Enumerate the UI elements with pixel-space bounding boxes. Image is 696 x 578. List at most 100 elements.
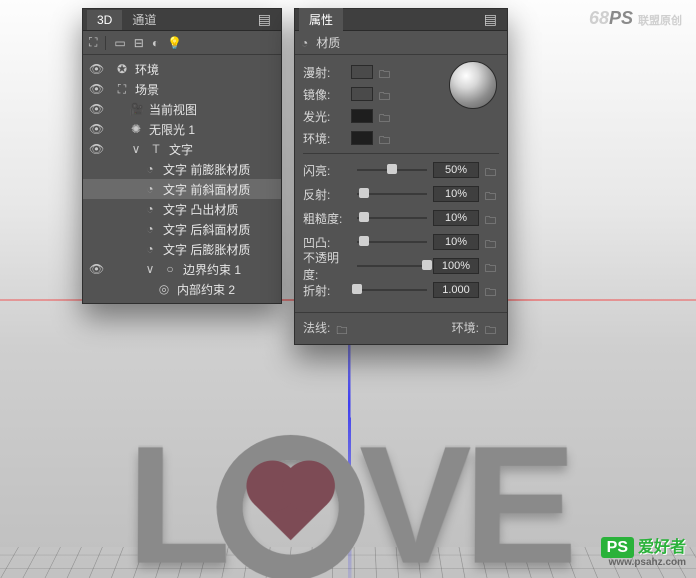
- love-3d-text[interactable]: LVE: [127, 420, 570, 578]
- slider-track[interactable]: [357, 163, 427, 177]
- tree-item[interactable]: 👁✺无限光 1: [83, 119, 281, 139]
- folder-icon[interactable]: 🗀: [485, 188, 499, 200]
- filter-mesh-icon[interactable]: ▭: [114, 36, 125, 50]
- folder-icon[interactable]: 🗀: [336, 322, 350, 334]
- folder-icon[interactable]: 🗀: [485, 212, 499, 224]
- item-type-icon: ◔: [143, 182, 157, 196]
- tree-item[interactable]: ◔文字 前膨胀材质: [83, 159, 281, 179]
- scene-tree: 👁✪环境👁⛶场景👁🎥当前视图👁✺无限光 1👁∨T文字◔文字 前膨胀材质◔文字 前…: [83, 55, 281, 303]
- letter-o: [216, 435, 366, 578]
- color-swatch[interactable]: [351, 87, 373, 101]
- tree-item[interactable]: 👁⛶场景: [83, 79, 281, 99]
- visibility-eye-icon[interactable]: 👁: [89, 262, 103, 276]
- slider-value[interactable]: 100%: [433, 258, 479, 274]
- folder-icon[interactable]: 🗀: [379, 132, 393, 144]
- watermark-bottom: PS爱好者 www.psahz.com: [601, 533, 686, 568]
- color-swatch[interactable]: [351, 65, 373, 79]
- slider-knob[interactable]: [359, 212, 369, 222]
- watermark-top: 68PS 联盟原创: [589, 8, 682, 29]
- heart-icon: [254, 468, 328, 540]
- tab-properties[interactable]: 属性: [299, 8, 343, 31]
- item-label: 文字 后斜面材质: [163, 221, 250, 238]
- filter-whole-icon[interactable]: ⛶: [89, 35, 97, 50]
- slider-track[interactable]: [357, 283, 427, 297]
- item-subtype-icon: T: [149, 142, 163, 156]
- visibility-eye-icon[interactable]: 👁: [89, 82, 103, 96]
- tree-item[interactable]: ◔ 文字 前斜面材质: [83, 179, 281, 199]
- slider-value[interactable]: 10%: [433, 234, 479, 250]
- tree-item[interactable]: 👁🎥当前视图: [83, 99, 281, 119]
- tree-item[interactable]: 👁∨T文字: [83, 139, 281, 159]
- slider-track[interactable]: [357, 259, 427, 273]
- filter-lightbulb-icon[interactable]: 💡: [167, 36, 182, 50]
- panel-menu-icon[interactable]: ▤: [478, 11, 503, 28]
- slider-label: 凹凸:: [303, 234, 351, 251]
- visibility-eye-icon[interactable]: 👁: [89, 62, 103, 76]
- slider-value[interactable]: 1.000: [433, 282, 479, 298]
- prop-header: ◔ 材质: [295, 31, 507, 55]
- slider-row: 反射: 10% 🗀: [303, 182, 499, 206]
- slider-value[interactable]: 10%: [433, 210, 479, 226]
- material-preview-sphere[interactable]: [449, 61, 497, 109]
- tree-item[interactable]: 👁✪环境: [83, 59, 281, 79]
- slider-knob[interactable]: [359, 236, 369, 246]
- panel-prop-tabs: 属性 ▤: [295, 9, 507, 31]
- tab-channels[interactable]: 通道: [122, 8, 166, 31]
- slider-knob[interactable]: [422, 260, 432, 270]
- normal-label: 法线:: [303, 319, 330, 336]
- item-type-icon: ∨: [129, 142, 143, 156]
- item-label: 文字 后膨胀材质: [163, 241, 250, 258]
- visibility-eye-icon[interactable]: [89, 162, 103, 176]
- folder-icon[interactable]: 🗀: [379, 88, 393, 100]
- color-row: 环境:🗀: [303, 127, 499, 149]
- visibility-eye-icon[interactable]: [89, 282, 103, 296]
- item-type-icon: ◔: [143, 242, 157, 256]
- slider-track[interactable]: [357, 235, 427, 249]
- slider-label: 反射:: [303, 186, 351, 203]
- slider-knob[interactable]: [352, 284, 362, 294]
- panel-properties[interactable]: 属性 ▤ ◔ 材质 漫射:🗀镜像:🗀发光:🗀环境:🗀闪亮:50%🗀反射:10%🗀…: [294, 8, 508, 345]
- panel-3d[interactable]: 3D 通道 ▤ ⛶ ▭ ⊟ ◐ 💡 👁✪环境👁⛶场景👁🎥当前视图👁✺无限光 1👁…: [82, 8, 282, 304]
- item-label: 无限光 1: [149, 121, 195, 138]
- slider-value[interactable]: 10%: [433, 186, 479, 202]
- tree-item[interactable]: 👁∨○边界约束 1: [83, 259, 281, 279]
- visibility-eye-icon[interactable]: [89, 202, 103, 216]
- folder-icon[interactable]: 🗀: [485, 236, 499, 248]
- prop-body: 漫射:🗀镜像:🗀发光:🗀环境:🗀闪亮:50%🗀反射:10%🗀粗糙度:10%🗀凹凸…: [295, 55, 507, 312]
- slider-row: 闪亮:50%🗀: [303, 158, 499, 182]
- folder-icon[interactable]: 🗀: [485, 284, 499, 296]
- tree-item[interactable]: ◎内部约束 2: [83, 279, 281, 299]
- filter-material-icon[interactable]: ⊟: [134, 36, 144, 50]
- tree-item[interactable]: ◔ 文字 后膨胀材质: [83, 239, 281, 259]
- folder-icon[interactable]: 🗀: [379, 110, 393, 122]
- visibility-eye-icon[interactable]: [89, 182, 103, 196]
- slider-knob[interactable]: [387, 164, 397, 174]
- panel-menu-icon[interactable]: ▤: [252, 11, 277, 28]
- slider-track[interactable]: [357, 187, 427, 201]
- folder-icon[interactable]: 🗀: [485, 260, 499, 272]
- slider-track[interactable]: [357, 211, 427, 225]
- visibility-eye-icon[interactable]: [89, 222, 103, 236]
- item-type-icon: ◔: [143, 162, 157, 176]
- visibility-eye-icon[interactable]: 👁: [89, 122, 103, 136]
- item-label: 文字 前斜面材质: [163, 181, 250, 198]
- tab-3d[interactable]: 3D: [87, 10, 122, 30]
- item-type-icon: 🎥: [129, 102, 143, 116]
- tree-item[interactable]: ◔文字 后斜面材质: [83, 219, 281, 239]
- panel-3d-tabs: 3D 通道 ▤: [83, 9, 281, 31]
- color-swatch[interactable]: [351, 131, 373, 145]
- folder-icon[interactable]: 🗀: [379, 66, 393, 78]
- visibility-eye-icon[interactable]: [89, 242, 103, 256]
- folder-icon[interactable]: 🗀: [485, 164, 499, 176]
- tree-item[interactable]: ◔文字 凸出材质: [83, 199, 281, 219]
- slider-value[interactable]: 50%: [433, 162, 479, 178]
- visibility-eye-icon[interactable]: 👁: [89, 102, 103, 116]
- filter-light-icon[interactable]: ◐: [152, 36, 159, 50]
- color-swatch[interactable]: [351, 109, 373, 123]
- item-subtype-icon: ○: [163, 262, 177, 276]
- item-label: 场景: [135, 81, 159, 98]
- item-type-icon: ◎: [157, 282, 171, 296]
- folder-icon[interactable]: 🗀: [485, 322, 499, 334]
- slider-knob[interactable]: [359, 188, 369, 198]
- visibility-eye-icon[interactable]: 👁: [89, 142, 103, 156]
